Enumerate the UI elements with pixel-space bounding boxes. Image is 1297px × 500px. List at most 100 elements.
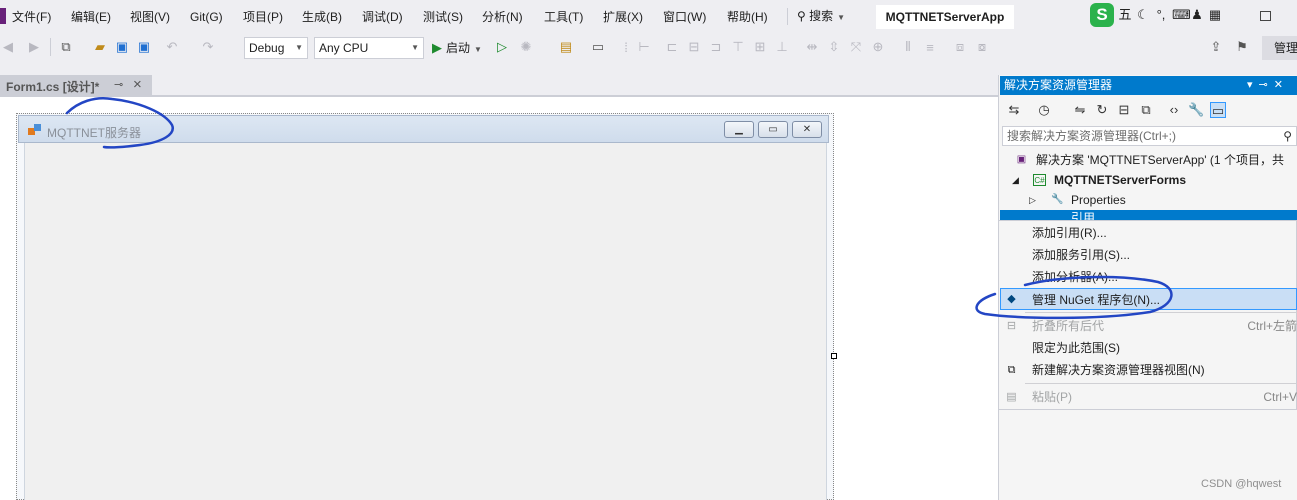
keyboard-icon[interactable]: ⌨ [1172,8,1191,22]
minimize-icon: ▁ [735,124,743,135]
menu-item-collapse-descendants[interactable]: ⊟ 折叠所有后代 Ctrl+左箭 [1000,315,1297,337]
menu-file[interactable]: 文件(F) [12,9,51,25]
window-restore-icon[interactable] [1260,11,1271,21]
solution-explorer-title: 解决方案资源管理器 [1004,78,1113,92]
menu-debug[interactable]: 调试(D) [362,9,403,25]
menu-git[interactable]: Git(G) [190,9,223,25]
menu-item-add-service-reference[interactable]: 添加服务引用(S)... [1000,244,1297,266]
feedback-icon[interactable]: ⚑ [1234,39,1250,55]
menu-window[interactable]: 窗口(W) [663,9,706,25]
menu-build[interactable]: 生成(B) [302,9,342,25]
bring-to-front-icon[interactable]: ⧈ [952,39,968,55]
collapse-all-icon[interactable]: ⊟ [1116,102,1132,118]
menu-test[interactable]: 测试(S) [423,9,463,25]
navigate-back-icon[interactable]: ◀ [0,39,16,55]
menu-view[interactable]: 视图(V) [130,9,170,25]
align-middle-icon[interactable]: ⊞ [752,39,768,55]
menu-project[interactable]: 项目(P) [243,9,283,25]
view-code-icon[interactable]: ‹› [1166,102,1182,118]
undo-icon[interactable]: ↶ [164,39,180,55]
new-project-icon[interactable]: ⧉ [58,39,74,55]
form-title: MQTTNET服务器 [47,126,141,140]
preview-selected-icon[interactable]: ▭ [1210,102,1226,118]
hot-reload-icon[interactable]: ✺ [518,39,534,55]
close-icon[interactable]: × [133,76,142,93]
sogou-ime-logo[interactable]: S [1090,3,1114,27]
apps-grid-icon[interactable]: ▦ [1208,8,1222,22]
open-file-icon[interactable]: ▰ [92,39,108,55]
form-minimize-button[interactable]: ▁ [724,121,754,138]
redo-icon[interactable]: ↷ [200,39,216,55]
properties-wrench-icon[interactable]: 🔧 [1188,102,1204,118]
menu-tools[interactable]: 工具(T) [544,9,583,25]
menu-edit[interactable]: 编辑(E) [71,9,111,25]
solution-folder-icon[interactable]: ▤ [558,39,574,55]
visual-studio-window: 文件(F) 编辑(E) 视图(V) Git(G) 项目(P) 生成(B) 调试(… [0,0,1297,500]
align-top-icon[interactable]: ⊤ [730,39,746,55]
tree-item-project[interactable]: ◢ C# MQTTNETServerForms [1000,170,1297,190]
menu-item-scope-to-this[interactable]: 限定为此范围(S) [1000,337,1297,359]
form-close-button[interactable]: ✕ [792,121,822,138]
start-debugging-button[interactable]: ▶ 启动 ▼ [432,39,482,57]
switch-views-icon[interactable]: ⇆ [1006,102,1022,118]
tree-item-references[interactable]: 引用 [1000,210,1297,220]
menu-item-new-explorer-view[interactable]: ⧉ 新建解决方案资源管理器视图(N) [1000,359,1297,381]
configuration-dropdown[interactable]: Debug ▼ [244,37,308,59]
search-button[interactable]: ⚲ 搜索 ▼ [797,7,845,25]
layout-icon[interactable]: ▭ [590,39,606,55]
navigate-forward-icon[interactable]: ▶ [26,39,42,55]
moon-icon[interactable]: ☾ [1136,8,1150,22]
menu-item-label: 折叠所有后代 [1032,319,1105,333]
tree-item-label: 引用 [1071,211,1096,220]
manage-button[interactable]: 管理 [1262,36,1297,60]
same-height-icon[interactable]: ⇳ [826,39,842,55]
menu-item-manage-nuget[interactable]: ◆ 管理 NuGet 程序包(N)... [1000,288,1297,310]
vertical-spacing-icon[interactable]: ≡ [922,39,938,55]
user-icon[interactable]: ♟ [1190,8,1204,22]
align-icon[interactable]: ⊢ [636,39,652,55]
same-size-icon[interactable]: ⤧ [848,39,864,55]
ime-mode-indicator[interactable]: 五 [1118,8,1132,22]
search-placeholder: 搜索解决方案资源管理器(Ctrl+;) [1007,129,1176,143]
solution-explorer-search[interactable]: 搜索解决方案资源管理器(Ctrl+;) ⚲ [1002,126,1297,146]
refresh-icon[interactable]: ↻ [1094,102,1110,118]
save-all-icon[interactable]: ▣ [136,39,152,55]
form-icon [28,124,42,136]
start-without-debugging-icon[interactable]: ▷ [494,39,510,55]
search-label: 搜索 [809,9,834,23]
panel-header-controls[interactable]: ▾⊸✕ [1247,76,1289,95]
send-to-back-icon[interactable]: ⧇ [974,39,990,55]
platform-dropdown[interactable]: Any CPU ▼ [314,37,424,59]
sync-icon[interactable]: ⇋ [1072,102,1088,118]
align-right-icon[interactable]: ⊐ [708,39,724,55]
pending-changes-icon[interactable]: ◷ [1036,102,1052,118]
pin-icon[interactable]: ⊸ [114,78,123,91]
size-to-grid-icon[interactable]: ⊕ [870,39,886,55]
save-icon[interactable]: ▣ [114,39,130,55]
menu-help[interactable]: 帮助(H) [727,9,768,25]
menu-item-paste[interactable]: ▤ 粘贴(P) Ctrl+V [1000,386,1297,408]
form-maximize-button[interactable]: ▭ [758,121,788,138]
tab-strip-underline [0,95,998,97]
menu-analyze[interactable]: 分析(N) [482,9,523,25]
punctuation-icon[interactable]: °, [1154,8,1168,22]
tab-form1-designer[interactable]: Form1.cs [设计]* ⊸ × [0,75,152,96]
tree-item-properties[interactable]: ▷ 🔧 Properties [1000,190,1297,210]
show-all-files-icon[interactable]: ⧉ [1138,102,1154,118]
collapsed-arrow-icon[interactable]: ▷ [1029,190,1036,210]
horizontal-spacing-icon[interactable]: ⫴ [900,39,916,55]
align-left-icon[interactable]: ⊏ [664,39,680,55]
expanded-arrow-icon[interactable]: ◢ [1012,170,1019,190]
menu-item-add-reference[interactable]: 添加引用(R)... [1000,222,1297,244]
tree-item-solution[interactable]: ▣ 解决方案 'MQTTNETServerApp' (1 个项目，共 [1000,150,1297,170]
form-client-area[interactable] [24,143,827,500]
resize-handle[interactable] [831,353,837,359]
align-center-icon[interactable]: ⊟ [686,39,702,55]
align-bottom-icon[interactable]: ⊥ [774,39,790,55]
menu-extensions[interactable]: 扩展(X) [603,9,643,25]
grid-icon[interactable]: ⁞ [618,39,634,55]
menu-item-add-analyzer[interactable]: 添加分析器(A)... [1000,266,1297,288]
standard-toolbar: ◀ ▶ ⧉ ▰ ▣ ▣ ↶ ↷ Debug ▼ Any CPU ▼ ▶ 启动 ▼ ▷… [0,33,1297,62]
same-width-icon[interactable]: ⇹ [804,39,820,55]
share-icon[interactable]: ⇪ [1208,39,1224,55]
